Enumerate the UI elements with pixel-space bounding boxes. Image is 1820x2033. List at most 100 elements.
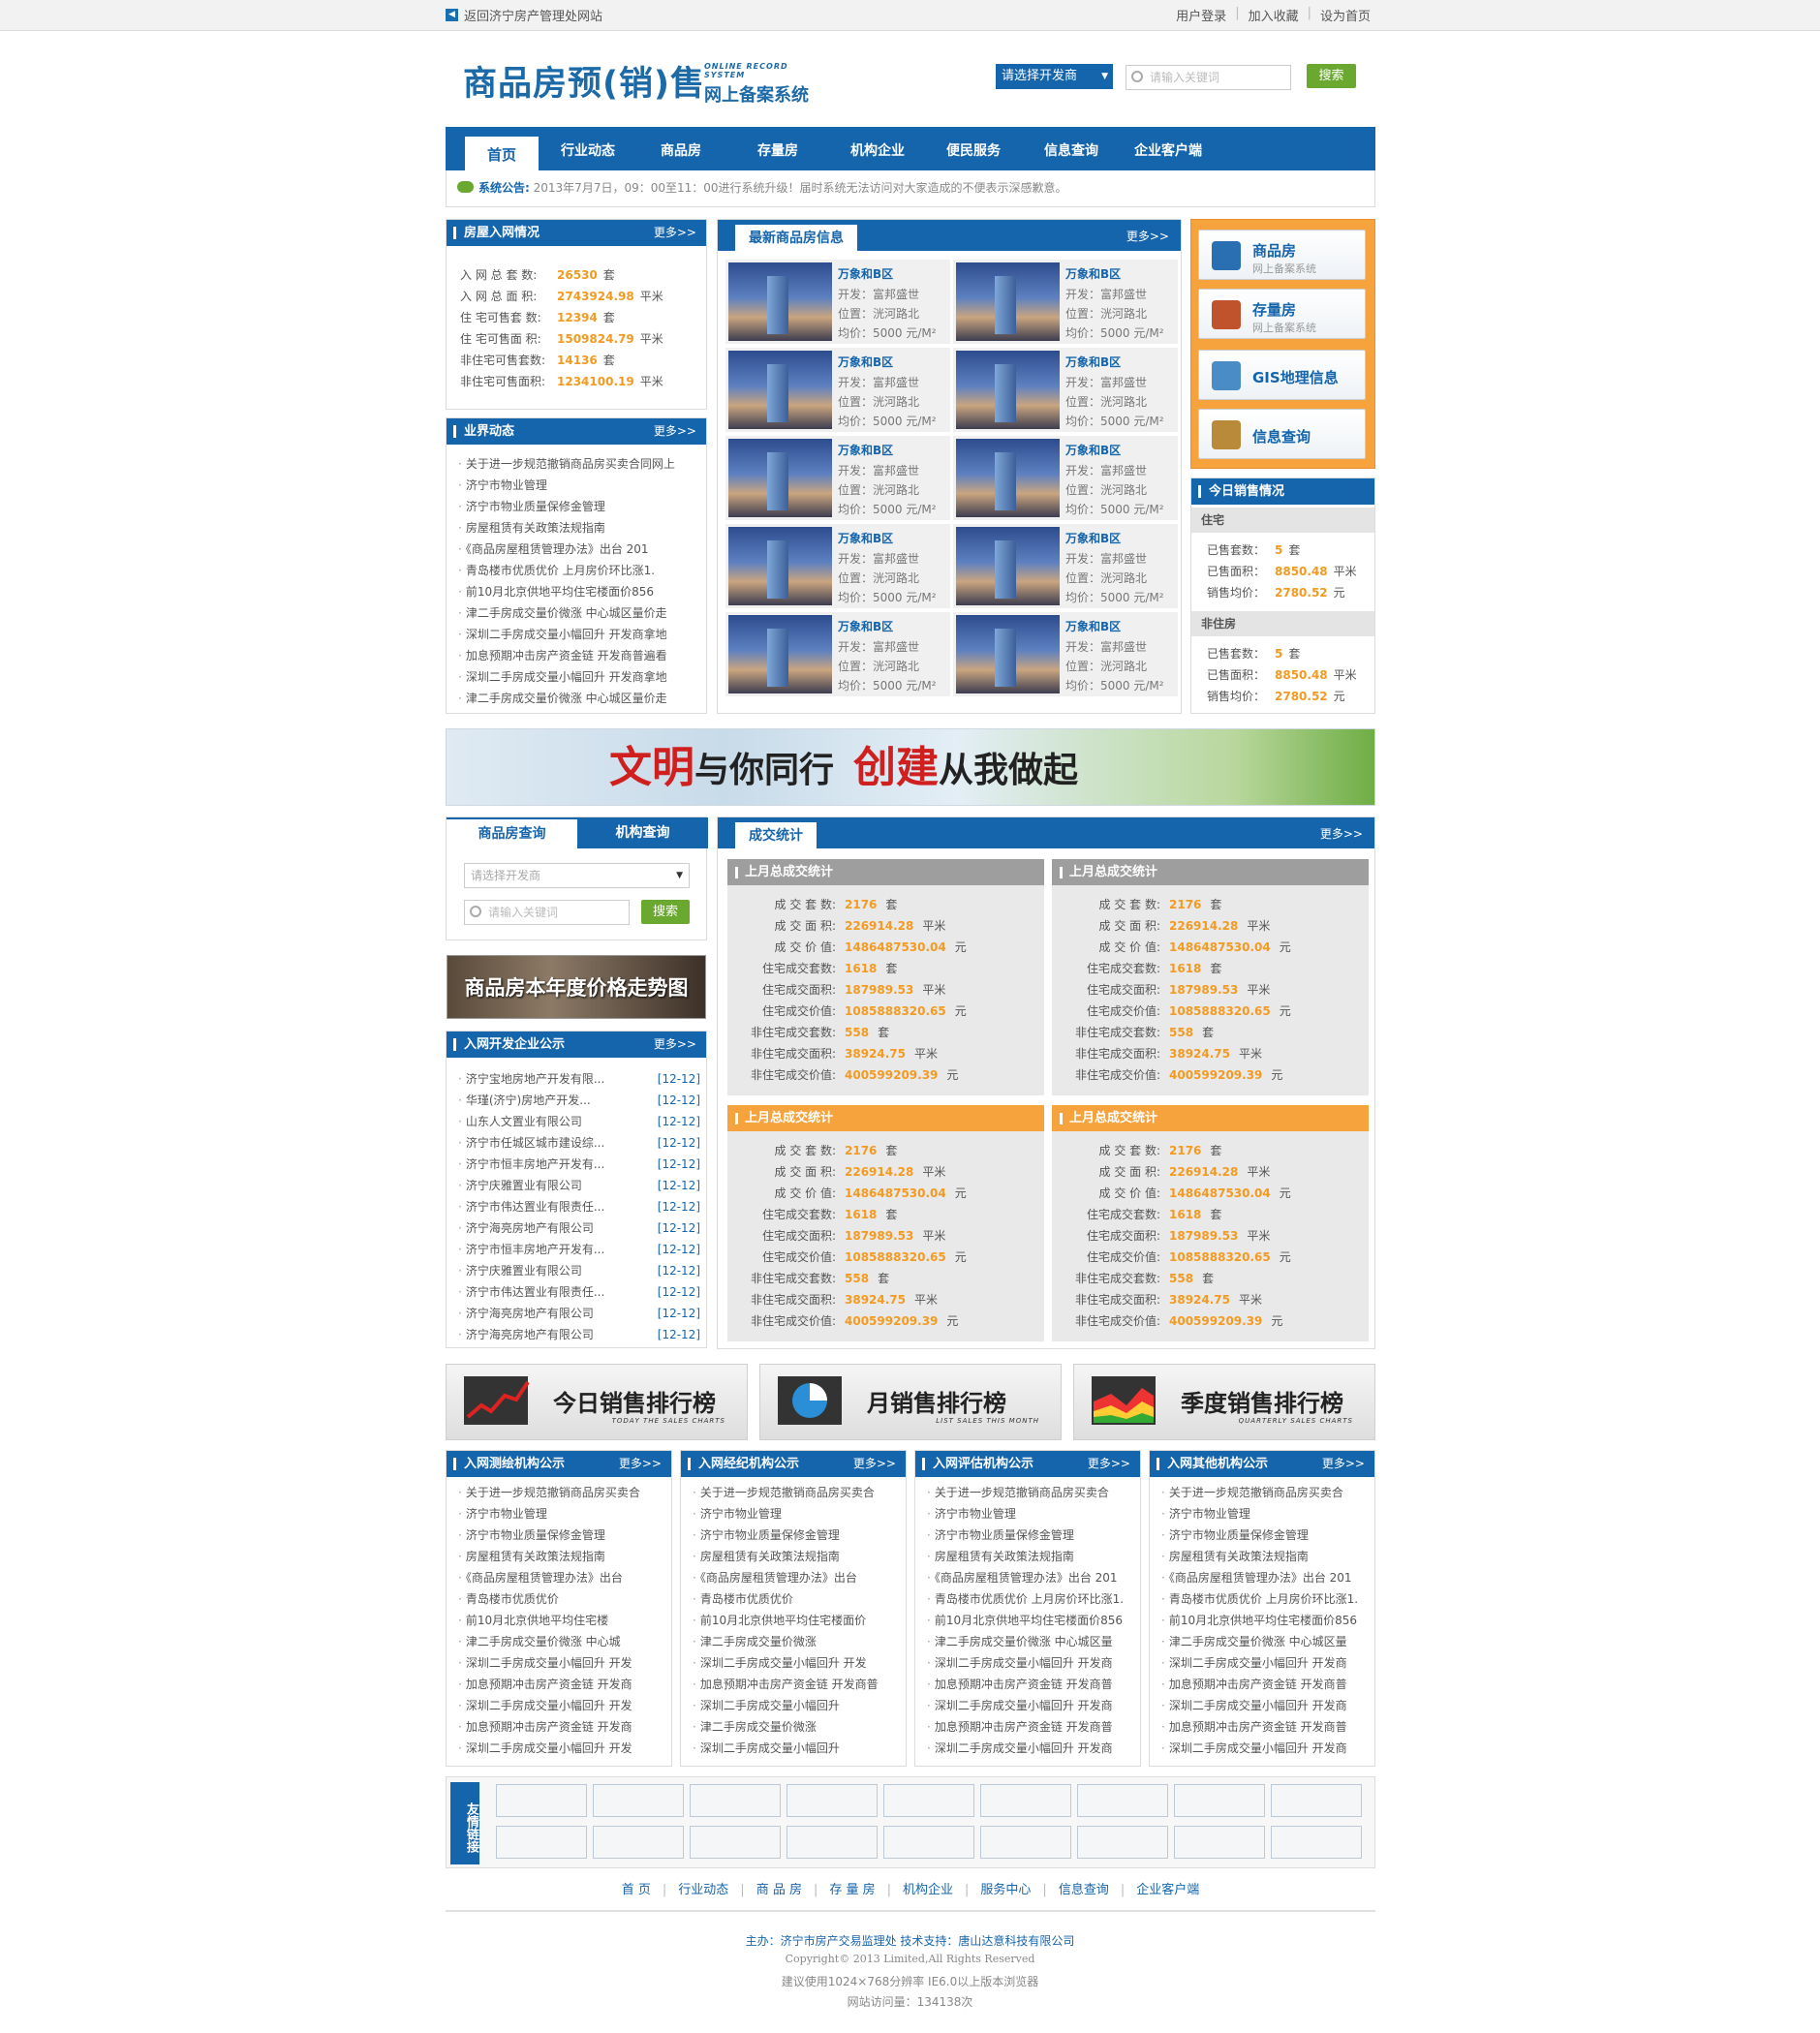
org-item[interactable]: 深圳二手房成交量小幅回升 (693, 1738, 898, 1759)
org-item[interactable]: 房屋租赁有关政策法规指南 (1161, 1546, 1367, 1567)
quick-link-resale-house[interactable]: 存量房 网上备案系统 (1198, 289, 1366, 339)
house-photo[interactable] (728, 615, 832, 693)
org-item[interactable]: 深圳二手房成交量小幅回升 开发 (693, 1652, 898, 1674)
org-item[interactable]: 济宁市物业管理 (1161, 1503, 1367, 1525)
developer-item[interactable]: 华瑾(济宁)房地产开发... [12-12] (458, 1090, 700, 1111)
quick-link-gis[interactable]: GIS地理信息 (1198, 350, 1366, 400)
org-item[interactable]: 深圳二手房成交量小幅回升 开发 (458, 1738, 663, 1759)
search-button[interactable]: 搜索 (1307, 64, 1356, 88)
news-item[interactable]: 津二手房成交量价微涨 中心城区量价走 (458, 688, 691, 709)
news-item[interactable]: 济宁市物业质量保修金管理 (458, 496, 691, 517)
nav-resale-houses[interactable]: 存量房 (757, 140, 798, 160)
org-item[interactable]: 加息预期冲击房产资金链 开发商 (458, 1716, 663, 1738)
friend-link-cell[interactable] (1271, 1784, 1362, 1817)
org-item[interactable]: 房屋租赁有关政策法规指南 (693, 1546, 898, 1567)
friend-link-cell[interactable] (980, 1784, 1071, 1817)
news-item[interactable]: 济宁市物业管理 (458, 475, 691, 496)
org-item[interactable]: 济宁市物业质量保修金管理 (458, 1525, 663, 1546)
more-link[interactable]: 更多>> (1088, 1451, 1130, 1477)
house-name[interactable]: 万象和B区 (838, 354, 893, 370)
more-link[interactable]: 更多>> (654, 220, 696, 246)
house-name[interactable]: 万象和B区 (838, 618, 893, 634)
house-name[interactable]: 万象和B区 (1065, 530, 1121, 546)
developer-item[interactable]: 济宁庆雅置业有限公司 [12-12] (458, 1260, 700, 1281)
org-item[interactable]: 青岛楼市优质优价 (693, 1588, 898, 1610)
ranking-today[interactable]: 今日销售排行榜 TODAY THE SALES CHARTS (446, 1364, 748, 1440)
friend-link-cell[interactable] (980, 1826, 1071, 1859)
org-item[interactable]: 济宁市物业质量保修金管理 (1161, 1525, 1367, 1546)
developer-item[interactable]: 济宁市恒丰房地产开发有... [12-12] (458, 1154, 700, 1175)
footer-nav-item[interactable]: 存 量 房 (829, 1883, 875, 1897)
footer-nav-item[interactable]: 信息查询 (1059, 1883, 1109, 1897)
more-link[interactable]: 更多>> (853, 1451, 896, 1477)
org-item[interactable]: 深圳二手房成交量小幅回升 开发商 (1161, 1738, 1367, 1759)
org-item[interactable]: 津二手房成交量价微涨 (693, 1631, 898, 1652)
house-card[interactable]: 万象和B区 开发：富邦盛世 位置：洸河路北 均价：5000 元/M² (953, 260, 1178, 344)
quick-link-info-query[interactable]: 信息查询 (1198, 409, 1366, 459)
login-link[interactable]: 用户登录 (1176, 6, 1226, 24)
footer-nav-item[interactable]: 服务中心 (980, 1883, 1031, 1897)
org-item[interactable]: 加息预期冲击房产资金链 开发商普 (927, 1674, 1132, 1695)
quick-link-new-house[interactable]: 商品房 网上备案系统 (1198, 230, 1366, 280)
org-item[interactable]: 深圳二手房成交量小幅回升 开发 (458, 1652, 663, 1674)
more-link[interactable]: 更多>> (619, 1451, 662, 1477)
developer-item[interactable]: 济宁庆雅置业有限公司 [12-12] (458, 1175, 700, 1196)
friend-link-cell[interactable] (690, 1784, 781, 1817)
more-link[interactable]: 更多>> (1322, 1451, 1365, 1477)
more-link[interactable]: 更多>> (654, 418, 696, 445)
transactions-tab[interactable]: 成交统计 (735, 822, 817, 848)
org-item[interactable]: 《商品房屋租赁管理办法》出台 201 (1161, 1567, 1367, 1588)
tab-house-query[interactable]: 商品房查询 (447, 817, 577, 848)
org-item[interactable]: 《商品房屋租赁管理办法》出台 (693, 1567, 898, 1588)
org-item[interactable]: 加息预期冲击房产资金链 开发商普 (1161, 1716, 1367, 1738)
org-item[interactable]: 深圳二手房成交量小幅回升 (693, 1695, 898, 1716)
friend-link-cell[interactable] (1077, 1826, 1168, 1859)
house-photo[interactable] (728, 527, 832, 605)
org-item[interactable]: 前10月北京供地平均住宅楼面价856 (1161, 1610, 1367, 1631)
news-item[interactable]: 深圳二手房成交量小幅回升 开发商拿地 (458, 666, 691, 688)
house-name[interactable]: 万象和B区 (1065, 354, 1121, 370)
org-item[interactable]: 加息预期冲击房产资金链 开发商 (458, 1674, 663, 1695)
house-photo[interactable] (728, 351, 832, 429)
news-item[interactable]: 前10月北京供地平均住宅楼面价856 (458, 581, 691, 602)
house-card[interactable]: 万象和B区 开发：富邦盛世 位置：洸河路北 均价：5000 元/M² (953, 348, 1178, 432)
friend-link-cell[interactable] (593, 1784, 684, 1817)
org-item[interactable]: 关于进一步规范撤销商品房买卖合 (1161, 1482, 1367, 1503)
house-card[interactable]: 万象和B区 开发：富邦盛世 位置：洸河路北 均价：5000 元/M² (953, 436, 1178, 520)
nav-industry-news[interactable]: 行业动态 (561, 140, 615, 160)
org-item[interactable]: 济宁市物业质量保修金管理 (693, 1525, 898, 1546)
org-item[interactable]: 前10月北京供地平均住宅楼 (458, 1610, 663, 1631)
house-card[interactable]: 万象和B区 开发：富邦盛世 位置：洸河路北 均价：5000 元/M² (725, 524, 950, 608)
org-item[interactable]: 济宁市物业管理 (458, 1503, 663, 1525)
house-photo[interactable] (956, 262, 1060, 341)
org-item[interactable]: 加息预期冲击房产资金链 开发商普 (693, 1674, 898, 1695)
org-item[interactable]: 房屋租赁有关政策法规指南 (458, 1546, 663, 1567)
footer-nav-item[interactable]: 行业动态 (678, 1883, 728, 1897)
friend-link-cell[interactable] (883, 1826, 974, 1859)
house-photo[interactable] (956, 527, 1060, 605)
query-developer-select[interactable]: 请选择开发商 ▼ (464, 863, 690, 888)
org-item[interactable]: 关于进一步规范撤销商品房买卖合 (693, 1482, 898, 1503)
org-item[interactable]: 房屋租赁有关政策法规指南 (927, 1546, 1132, 1567)
org-item[interactable]: 津二手房成交量价微涨 (693, 1716, 898, 1738)
org-item[interactable]: 深圳二手房成交量小幅回升 开发商 (1161, 1695, 1367, 1716)
org-item[interactable]: 青岛楼市优质优价 上月房价环比涨1. (1161, 1588, 1367, 1610)
org-item[interactable]: 深圳二手房成交量小幅回升 开发商 (927, 1738, 1132, 1759)
house-photo[interactable] (956, 351, 1060, 429)
favorite-link[interactable]: 加入收藏 (1249, 6, 1299, 24)
org-item[interactable]: 济宁市物业质量保修金管理 (927, 1525, 1132, 1546)
friend-link-cell[interactable] (690, 1826, 781, 1859)
site-logo[interactable]: 商品房预(销)售 (463, 56, 705, 106)
tab-institution-query[interactable]: 机构查询 (577, 817, 708, 848)
friend-link-cell[interactable] (496, 1826, 587, 1859)
org-item[interactable]: 《商品房屋租赁管理办法》出台 (458, 1567, 663, 1588)
org-item[interactable]: 深圳二手房成交量小幅回升 开发商 (927, 1652, 1132, 1674)
org-item[interactable]: 《商品房屋租赁管理办法》出台 201 (927, 1567, 1132, 1588)
developer-item[interactable]: 济宁市恒丰房地产开发有... [12-12] (458, 1239, 700, 1260)
developer-item[interactable]: 济宁海亮房地产有限公司 [12-12] (458, 1217, 700, 1239)
ranking-quarter[interactable]: 季度销售排行榜 QUARTERLY SALES CHARTS (1073, 1364, 1375, 1440)
org-item[interactable]: 关于进一步规范撤销商品房买卖合 (458, 1482, 663, 1503)
more-link[interactable]: 更多>> (1126, 228, 1169, 244)
org-item[interactable]: 关于进一步规范撤销商品房买卖合 (927, 1482, 1132, 1503)
org-item[interactable]: 津二手房成交量价微涨 中心城区量 (1161, 1631, 1367, 1652)
